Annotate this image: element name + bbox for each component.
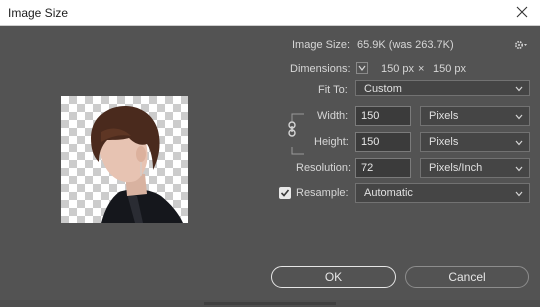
height-unit-dropdown[interactable]: Pixels bbox=[420, 132, 530, 152]
width-input[interactable] bbox=[356, 107, 410, 125]
width-field[interactable] bbox=[355, 106, 411, 126]
dimensions-height-value: 150 px bbox=[433, 63, 467, 75]
bottom-edge-segment bbox=[204, 302, 336, 305]
chevron-down-icon bbox=[358, 65, 366, 71]
width-label: Width: bbox=[317, 110, 349, 122]
resample-value: Automatic bbox=[364, 187, 413, 199]
dimensions-toggle[interactable] bbox=[356, 62, 368, 74]
width-unit-value: Pixels bbox=[429, 110, 459, 122]
close-icon[interactable] bbox=[514, 3, 530, 21]
height-input[interactable] bbox=[356, 133, 410, 151]
portrait-image bbox=[91, 106, 183, 223]
resolution-unit-dropdown[interactable]: Pixels/Inch bbox=[420, 158, 530, 178]
chevron-down-icon bbox=[515, 140, 523, 146]
resolution-unit-value: Pixels/Inch bbox=[429, 162, 483, 174]
title-bar: Image Size bbox=[0, 0, 540, 26]
dimensions-separator: × bbox=[418, 63, 425, 75]
chevron-down-icon bbox=[515, 191, 523, 197]
resolution-field[interactable] bbox=[355, 158, 411, 178]
link-icon[interactable] bbox=[286, 121, 298, 137]
resolution-label: Resolution: bbox=[296, 162, 352, 174]
image-size-value: 65.9K (was 263.7K) bbox=[357, 39, 454, 51]
dimensions-label: Dimensions: bbox=[290, 63, 351, 75]
gear-icon[interactable] bbox=[514, 39, 528, 51]
bottom-edge bbox=[0, 300, 540, 307]
height-field[interactable] bbox=[355, 132, 411, 152]
image-preview bbox=[61, 96, 188, 223]
fit-to-label: Fit To: bbox=[318, 84, 348, 96]
chevron-down-icon bbox=[515, 114, 523, 120]
cancel-button[interactable]: Cancel bbox=[405, 266, 529, 288]
window-title: Image Size bbox=[8, 6, 69, 20]
chevron-down-icon bbox=[515, 86, 523, 92]
dimensions-width-value: 150 px bbox=[381, 63, 415, 75]
resample-dropdown[interactable]: Automatic bbox=[355, 183, 530, 203]
height-label: Height: bbox=[314, 136, 349, 148]
image-size-label: Image Size: bbox=[292, 39, 351, 51]
chevron-down-icon bbox=[515, 166, 523, 172]
fit-to-dropdown[interactable]: Custom bbox=[355, 80, 530, 96]
height-unit-value: Pixels bbox=[429, 136, 459, 148]
fit-to-value: Custom bbox=[364, 83, 402, 95]
resolution-input[interactable] bbox=[356, 159, 410, 177]
resample-checkbox[interactable] bbox=[279, 187, 291, 199]
ok-button[interactable]: OK bbox=[271, 266, 396, 288]
resample-label: Resample: bbox=[296, 187, 349, 199]
width-unit-dropdown[interactable]: Pixels bbox=[420, 106, 530, 126]
checkbox-checked-icon bbox=[280, 189, 290, 197]
